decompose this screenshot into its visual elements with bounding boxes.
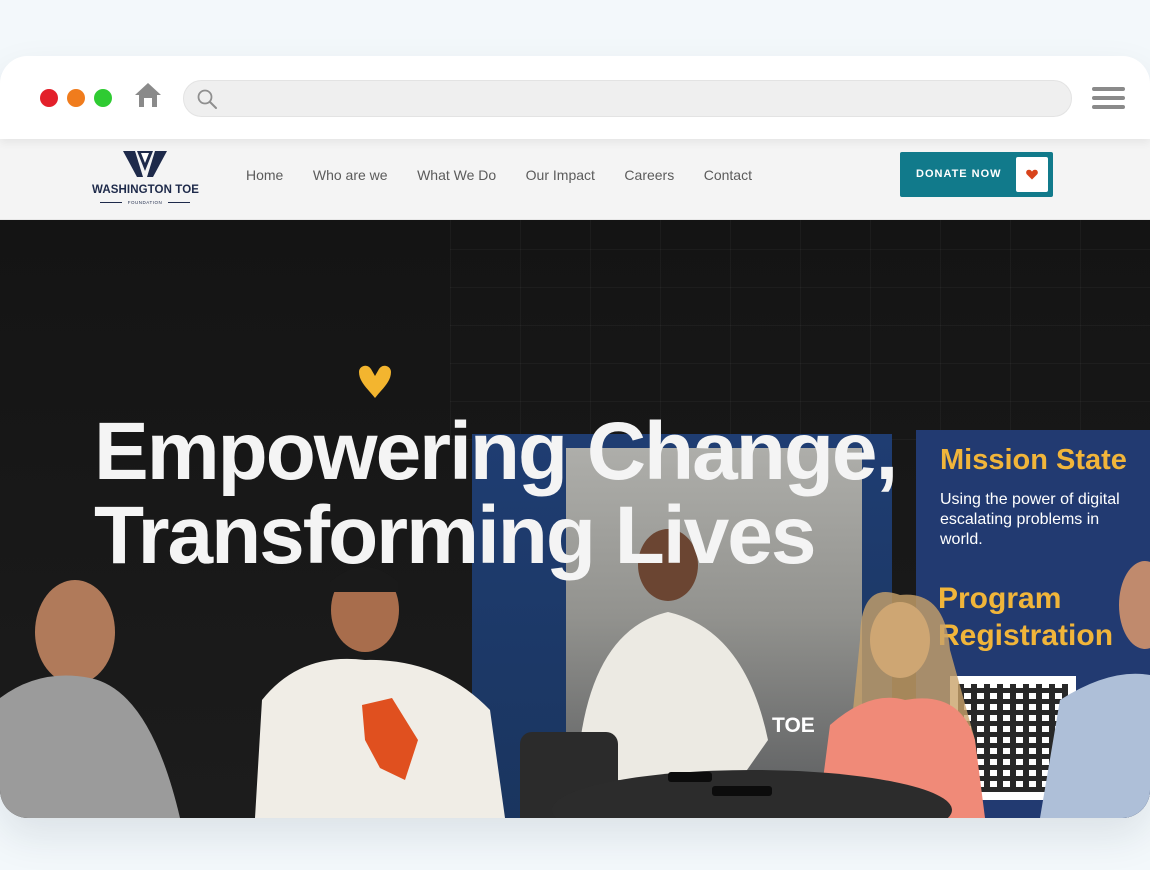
nav-home[interactable]: Home <box>246 167 283 183</box>
site-logo[interactable]: WASHINGTON TOE FOUNDATION <box>92 151 200 211</box>
logo-mark-icon <box>123 151 167 177</box>
site-header: WASHINGTON TOE FOUNDATION Home Who are w… <box>0 139 1150 220</box>
heart-icon <box>1026 169 1038 180</box>
home-icon[interactable] <box>133 80 163 110</box>
maximize-window-button[interactable] <box>94 89 112 107</box>
phone <box>712 786 772 796</box>
hamburger-menu-icon[interactable] <box>1092 87 1125 113</box>
main-nav: Home Who are we What We Do Our Impact Ca… <box>246 167 781 183</box>
nav-contact[interactable]: Contact <box>704 167 752 183</box>
logo-name: WASHINGTON TOE <box>92 184 200 196</box>
search-icon <box>197 89 217 109</box>
heart-icon <box>359 365 391 398</box>
donate-now-button[interactable]: DONATE NOW <box>900 152 1053 197</box>
hero-section: TOE Mission State Using the power of dig… <box>0 220 1150 818</box>
phone <box>668 772 712 782</box>
logo-subtitle-row: FOUNDATION <box>92 200 198 205</box>
close-window-button[interactable] <box>40 89 58 107</box>
nav-who-are-we[interactable]: Who are we <box>313 167 388 183</box>
browser-toolbar <box>0 56 1150 139</box>
browser-window: WASHINGTON TOE FOUNDATION Home Who are w… <box>0 56 1150 818</box>
donate-heart-box <box>1016 157 1048 192</box>
address-bar[interactable] <box>183 80 1072 117</box>
logo-subtitle: FOUNDATION <box>127 200 163 205</box>
nav-our-impact[interactable]: Our Impact <box>526 167 595 183</box>
nav-careers[interactable]: Careers <box>624 167 674 183</box>
nav-what-we-do[interactable]: What We Do <box>417 167 496 183</box>
hero-title: Empowering Change, Transforming Lives <box>94 406 898 581</box>
minimize-window-button[interactable] <box>67 89 85 107</box>
donate-label: DONATE NOW <box>916 168 1002 180</box>
